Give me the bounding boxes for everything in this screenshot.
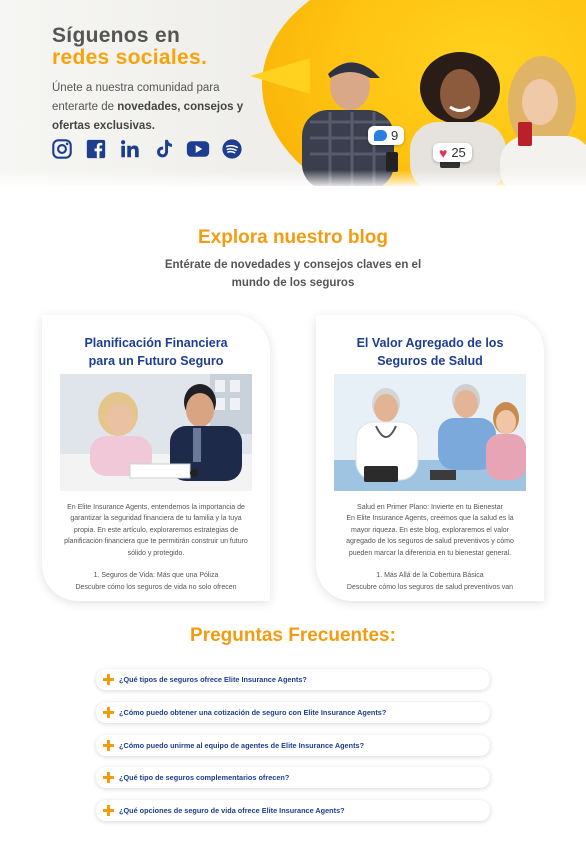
faq-question[interactable]: ¿Cómo puedo obtener una cotización de se… [119, 708, 386, 717]
comment-bubble: 9 [368, 126, 405, 145]
plus-icon[interactable] [103, 740, 114, 751]
plus-icon[interactable] [103, 674, 114, 685]
like-count: 25 [451, 145, 466, 160]
blog-card-paragraph: En Elite Insurance Agents, creemos que l… [346, 515, 514, 557]
hero-fade [0, 170, 586, 186]
faq-question[interactable]: ¿Qué tipo de seguros complementarios ofr… [119, 773, 289, 782]
blog-card-health-insurance[interactable]: El Valor Agregado de los Seguros de Salu… [316, 315, 544, 601]
blog-card-title-line2: Seguros de Salud [377, 354, 483, 368]
blog-card-title-line1: Planificación Financiera [84, 336, 228, 350]
faq-item[interactable]: ¿Cómo puedo unirme al equipo de agentes … [96, 735, 490, 756]
blog-card-title-line2: para un Futuro Seguro [88, 354, 224, 368]
faq-question[interactable]: ¿Qué opciones de seguro de vida ofrece E… [119, 806, 345, 815]
friends-with-phones-image: 9 ♥ 25 [300, 52, 586, 186]
blog-card-paragraph: En Elite Insurance Agents, entendemos la… [64, 504, 248, 557]
spotify-icon[interactable] [220, 137, 244, 161]
blog-card-section-text: Descubre cómo los seguros de vida no sol… [75, 583, 237, 591]
faq-section-title: Preguntas Frecuentes: [190, 625, 396, 646]
comment-count: 9 [391, 128, 399, 143]
faq-item[interactable]: ¿Qué tipo de seguros complementarios ofr… [96, 767, 490, 788]
blog-card-title[interactable]: El Valor Agregado de los Seguros de Salu… [316, 334, 544, 370]
blog-card-financial-planning[interactable]: Planificación Financiera para un Futuro … [42, 315, 270, 601]
plus-icon[interactable] [103, 772, 114, 783]
blog-section-subtitle: Entérate de novedades y consejos claves … [164, 259, 422, 289]
social-hero-banner: Síguenos en redes sociales. Únete a nues… [0, 0, 586, 186]
blog-card-section-text: Descubre cómo los seguros de salud preve… [346, 583, 514, 591]
like-bubble: ♥ 25 [433, 143, 472, 162]
youtube-icon[interactable] [186, 137, 210, 161]
social-icons-row [50, 137, 244, 161]
faq-question[interactable]: ¿Qué tipos de seguros ofrece Elite Insur… [119, 675, 307, 684]
linkedin-icon[interactable] [118, 137, 142, 161]
blog-card-excerpt: Salud en Primer Plano: Invierte en tu Bi… [336, 502, 524, 593]
faq-item[interactable]: ¿Qué tipos de seguros ofrece Elite Insur… [96, 669, 490, 690]
facebook-icon[interactable] [84, 137, 108, 161]
blog-card-excerpt: En Elite Insurance Agents, entendemos la… [62, 502, 250, 593]
plus-icon[interactable] [103, 805, 114, 816]
comment-icon [374, 130, 387, 141]
plus-icon[interactable] [103, 707, 114, 718]
hero-subtitle: Únete a nuestra comunidad para enterarte… [52, 79, 262, 136]
faq-question[interactable]: ¿Cómo puedo unirme al equipo de agentes … [119, 741, 364, 750]
blog-card-image[interactable] [60, 374, 252, 491]
hero-title-line2: redes sociales. [52, 46, 208, 69]
faq-item[interactable]: ¿Qué opciones de seguro de vida ofrece E… [96, 800, 490, 821]
heart-icon: ♥ [439, 144, 448, 161]
blog-card-image[interactable] [334, 374, 526, 491]
blog-card-section-heading: 1. Más Allá de la Cobertura Básica [376, 572, 484, 580]
faq-item[interactable]: ¿Cómo puedo obtener una cotización de se… [96, 702, 490, 723]
blog-section-title: Explora nuestro blog [197, 227, 389, 248]
blog-card-title-line1: El Valor Agregado de los [356, 336, 504, 350]
blog-card-section-heading: 1. Seguros de Vida: Más que una Póliza [93, 572, 219, 580]
blog-card-title[interactable]: Planificación Financiera para un Futuro … [42, 334, 270, 370]
blog-card-paragraph-heading: Salud en Primer Plano: Invierte en tu Bi… [357, 504, 503, 511]
hero-title-line1: Síguenos en [52, 24, 181, 47]
instagram-icon[interactable] [50, 137, 74, 161]
tiktok-icon[interactable] [152, 137, 176, 161]
